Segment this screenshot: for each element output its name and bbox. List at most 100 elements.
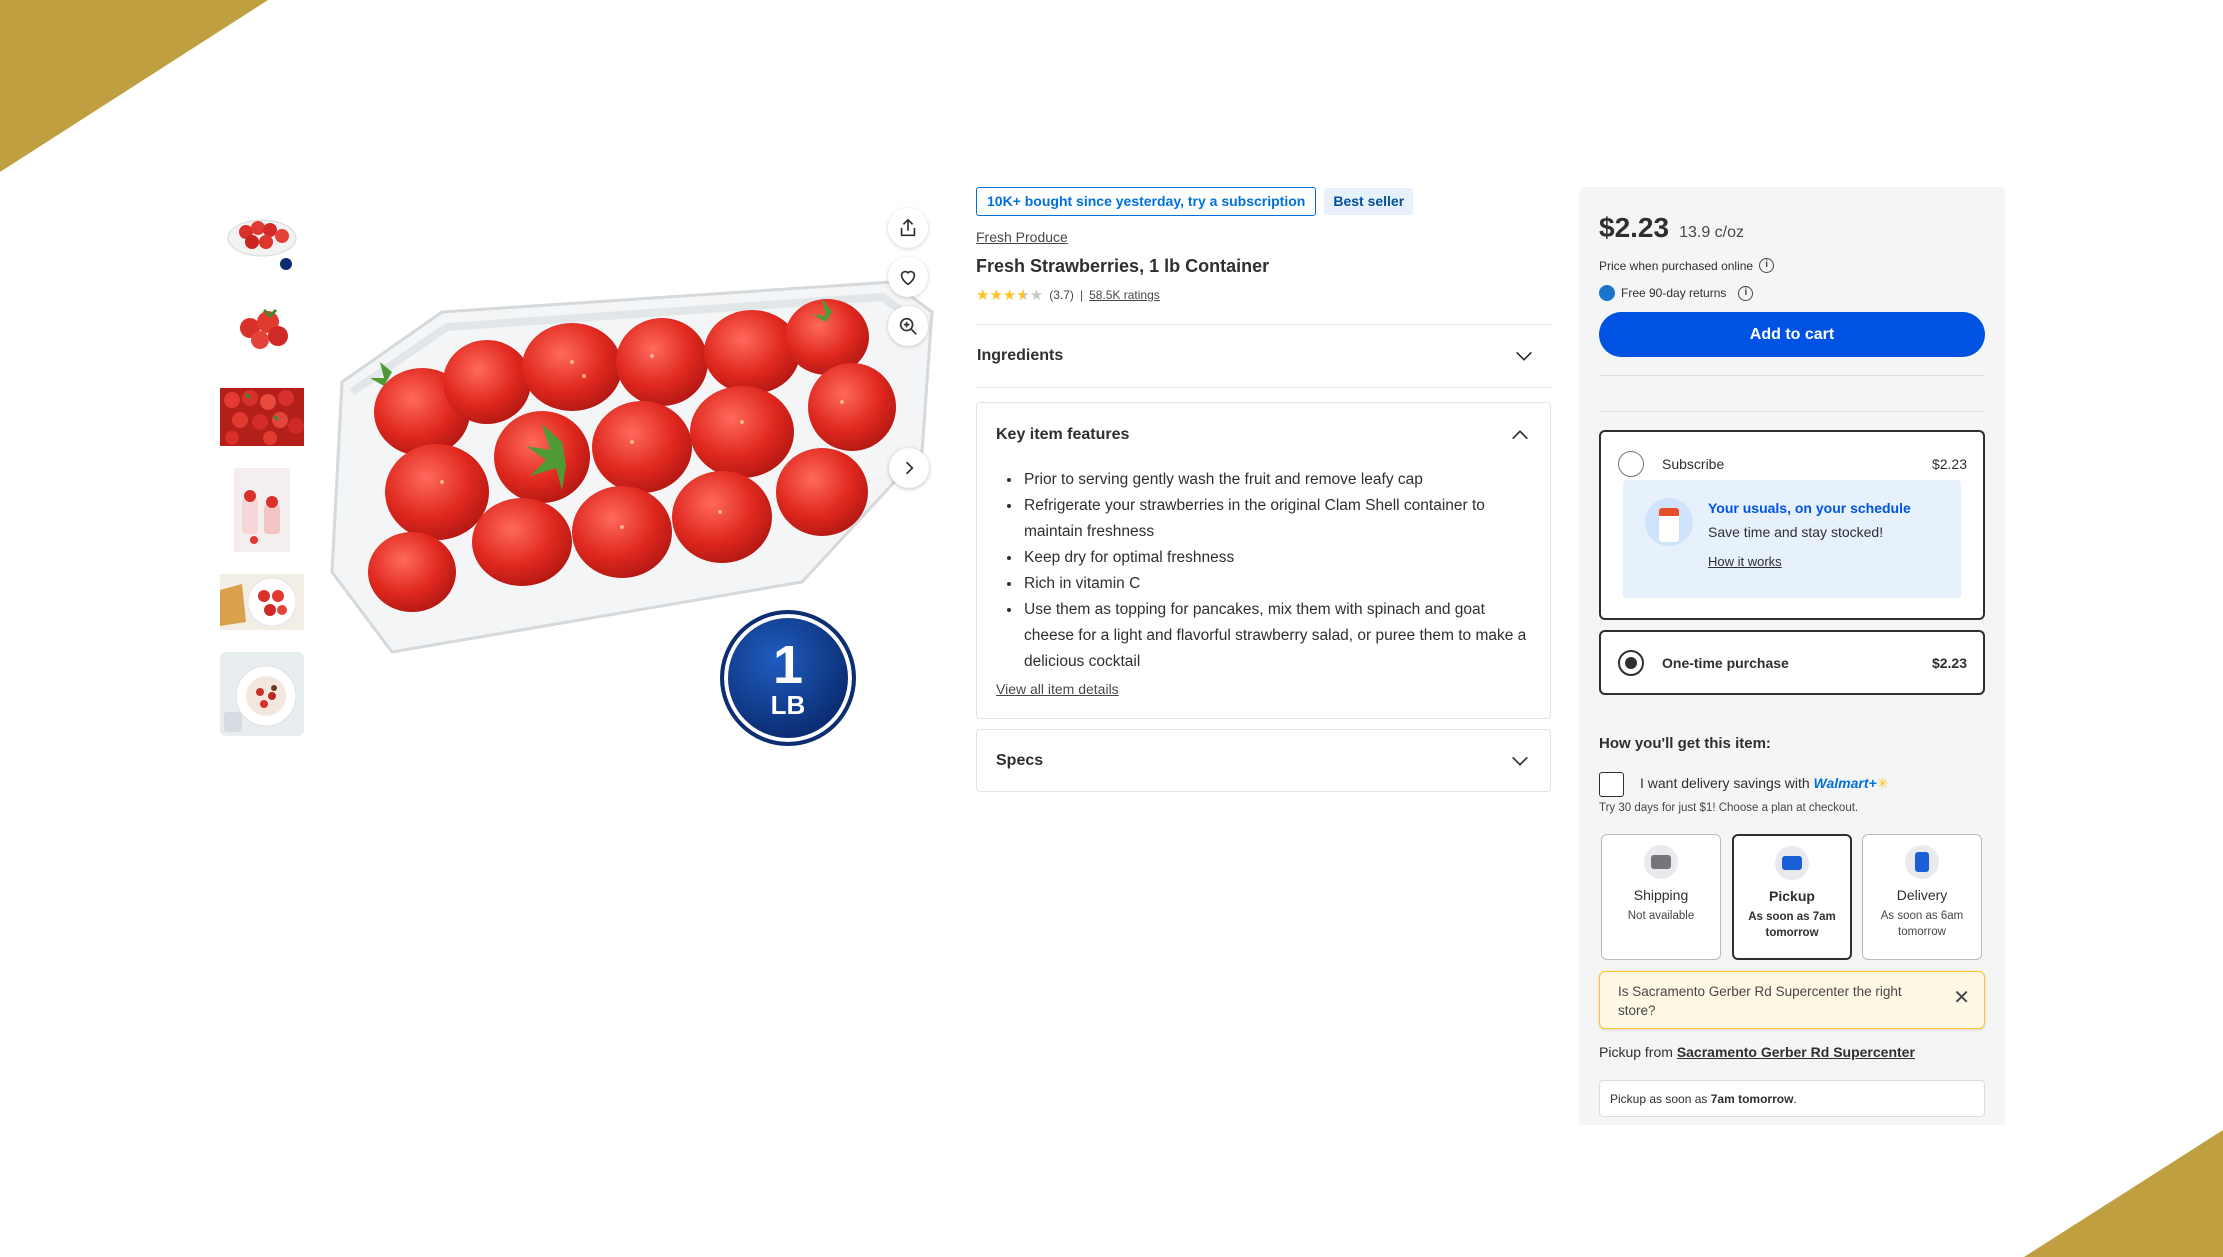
- ratings-count-link[interactable]: 58.5K ratings: [1089, 288, 1160, 302]
- star-rating[interactable]: ★★★★ ★ ★: [976, 286, 1043, 304]
- feature-item: Refrigerate your strawberries in the ori…: [1022, 493, 1531, 545]
- subscribe-label: Subscribe: [1662, 456, 1725, 472]
- delivery-title: Delivery: [1896, 887, 1948, 903]
- price-note-text: Price when purchased online: [1599, 258, 1754, 273]
- ingredients-title: Ingredients: [977, 347, 1064, 364]
- thumbnail-3[interactable]: [220, 376, 304, 460]
- one-pound-badge: 1 LB: [720, 610, 856, 746]
- brand-link[interactable]: Fresh Produce: [976, 229, 1068, 245]
- feature-item: Prior to serving gently wash the fruit a…: [1022, 467, 1531, 493]
- product-info: 10K+ bought since yesterday, try a subsc…: [976, 187, 1551, 304]
- ingredients-accordion[interactable]: Ingredients: [976, 324, 1551, 388]
- thumbnail-6[interactable]: [220, 652, 304, 736]
- subscribe-price: $2.23: [1931, 456, 1967, 472]
- pickup-option[interactable]: Pickup As soon as 7am tomorrow: [1732, 834, 1852, 960]
- favorite-button[interactable]: [888, 257, 928, 297]
- share-button[interactable]: [888, 208, 928, 248]
- pickup-time-box: Pickup as soon as 7am tomorrow.: [1599, 1080, 1985, 1117]
- badge-number: 1: [772, 635, 804, 695]
- corner-decoration-top-left: [0, 0, 268, 172]
- thumbnail-5[interactable]: [220, 560, 304, 644]
- zoom-in-icon: [899, 317, 917, 335]
- pickup-subtitle: As soon as 7am tomorrow: [1748, 911, 1836, 939]
- product-title: Fresh Strawberries, 1 lb Container: [976, 256, 1270, 276]
- pickup-time: 7am tomorrow: [1710, 1092, 1794, 1106]
- thumbnail-2[interactable]: [220, 284, 304, 368]
- shipping-option[interactable]: Shipping Not available: [1601, 834, 1721, 960]
- shipping-title: Shipping: [1633, 887, 1689, 903]
- price: $2.23: [1599, 212, 1670, 243]
- one-time-radio[interactable]: [1618, 650, 1644, 676]
- key-features-header[interactable]: Key item features: [996, 403, 1531, 467]
- thumbnail-4[interactable]: [220, 468, 304, 552]
- pickup-time-prefix: Pickup as soon as: [1610, 1092, 1708, 1106]
- one-time-purchase-option[interactable]: One-time purchase $2.23: [1599, 630, 1985, 695]
- delivery-savings-checkbox[interactable]: [1599, 772, 1624, 797]
- size-badge-icon: [278, 256, 294, 272]
- store-confirm-alert: Is Sacramento Gerber Rd Supercenter the …: [1599, 971, 1985, 1029]
- specs-accordion[interactable]: Specs: [976, 729, 1551, 792]
- badge-row: 10K+ bought since yesterday, try a subsc…: [976, 187, 1551, 216]
- rating-separator: |: [1079, 288, 1084, 302]
- thumbnail-1[interactable]: [220, 192, 304, 276]
- delivery-subtitle: As soon as 6am tomorrow: [1880, 910, 1964, 938]
- corner-decoration-bottom-right: [2024, 1130, 2223, 1257]
- pickup-from-row: Pickup from Sacramento Gerber Rd Superce…: [1599, 1044, 1915, 1060]
- price-row: $2.23 13.9 c/oz: [1599, 212, 1744, 244]
- info-icon[interactable]: i: [1738, 285, 1754, 301]
- one-time-label: One-time purchase: [1662, 655, 1789, 671]
- share-icon: [900, 218, 916, 237]
- feature-item: Rich in vitamin C: [1022, 571, 1531, 597]
- trial-text: Try 30 days for just $1! Choose a plan a…: [1599, 802, 1859, 814]
- view-all-details-link[interactable]: View all item details: [996, 681, 1119, 697]
- pickup-from-label: Pickup from: [1599, 1044, 1673, 1060]
- promo-subtitle: Save time and stay stocked!: [1708, 524, 1884, 540]
- fulfillment-heading: How you'll get this item:: [1599, 735, 1771, 752]
- rating-value: (3.7): [1049, 288, 1074, 302]
- bag-icon: [1905, 845, 1939, 879]
- chevron-down-icon: [1512, 756, 1528, 766]
- subscribe-radio[interactable]: [1618, 451, 1644, 477]
- feature-item: Use them as topping for pancakes, mix th…: [1022, 597, 1531, 675]
- pickup-time-suffix: .: [1793, 1092, 1797, 1106]
- spark-icon: ✳: [1876, 775, 1889, 791]
- subscription-badge[interactable]: 10K+ bought since yesterday, try a subsc…: [976, 187, 1317, 216]
- shipping-subtitle: Not available: [1627, 910, 1695, 922]
- features-list: Prior to serving gently wash the fruit a…: [1022, 467, 1531, 675]
- buy-box: $2.23 13.9 c/oz Price when purchased onl…: [1579, 187, 2005, 1125]
- badge-unit: LB: [770, 690, 806, 720]
- zoom-button[interactable]: [888, 306, 928, 346]
- close-icon[interactable]: ✕: [1953, 988, 1970, 1008]
- walmart-plus-logo: Walmart+: [1813, 775, 1877, 791]
- subscribe-promo: Your usuals, on your schedule Save time …: [1623, 480, 1961, 598]
- delivery-savings-label: I want delivery savings with Walmart+✳: [1640, 775, 1888, 792]
- delivery-option[interactable]: Delivery As soon as 6am tomorrow: [1862, 834, 1982, 960]
- promo-title: Your usuals, on your schedule: [1708, 500, 1911, 516]
- price-note: Price when purchased online i: [1599, 258, 1775, 273]
- car-icon: [1775, 846, 1809, 880]
- how-it-works-link[interactable]: How it works: [1708, 554, 1782, 569]
- savings-prefix: I want delivery savings with: [1640, 775, 1810, 791]
- subscribe-option[interactable]: Subscribe $2.23 Your usuals, on your sch…: [1599, 430, 1985, 620]
- chevron-right-icon: [905, 461, 914, 475]
- add-to-cart-button[interactable]: Add to cart: [1599, 312, 1985, 357]
- feature-item: Keep dry for optimal freshness: [1022, 545, 1531, 571]
- thumbnail-list: [220, 192, 304, 744]
- one-time-price: $2.23: [1931, 655, 1967, 671]
- next-image-button[interactable]: [889, 448, 929, 488]
- info-icon[interactable]: i: [1759, 258, 1775, 273]
- heart-icon: [900, 270, 916, 286]
- specs-title: Specs: [996, 751, 1044, 769]
- rating-row: ★★★★ ★ ★ (3.7) | 58.5K ratings: [976, 286, 1551, 304]
- divider: [1599, 375, 1985, 376]
- calendar-icon: [1645, 498, 1693, 546]
- divider: [1599, 411, 1985, 412]
- chevron-up-icon: [1512, 430, 1528, 440]
- truck-icon: [1644, 845, 1678, 879]
- key-features-panel: Key item features Prior to serving gentl…: [976, 402, 1551, 719]
- returns-icon: [1599, 285, 1615, 301]
- returns-text: Free 90-day returns: [1621, 286, 1727, 300]
- key-features-title: Key item features: [996, 426, 1130, 443]
- pickup-store-link[interactable]: Sacramento Gerber Rd Supercenter: [1677, 1044, 1915, 1060]
- store-alert-text: Is Sacramento Gerber Rd Supercenter the …: [1618, 984, 1902, 1018]
